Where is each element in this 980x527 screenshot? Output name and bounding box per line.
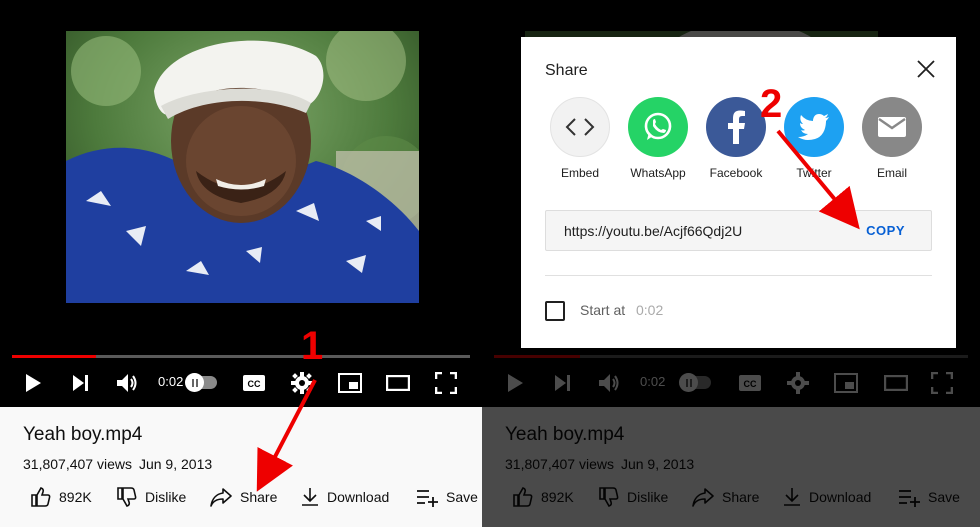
right-step-panel: 0:02 CC Yeah boy.mp4 31,807,407 view: [482, 0, 980, 527]
left-step-panel: 0:02 CC Yeah boy.mp4 31,807,407 views Ju…: [0, 0, 482, 527]
step-2-arrow: [776, 129, 860, 230]
step-1-arrow: [256, 379, 317, 492]
